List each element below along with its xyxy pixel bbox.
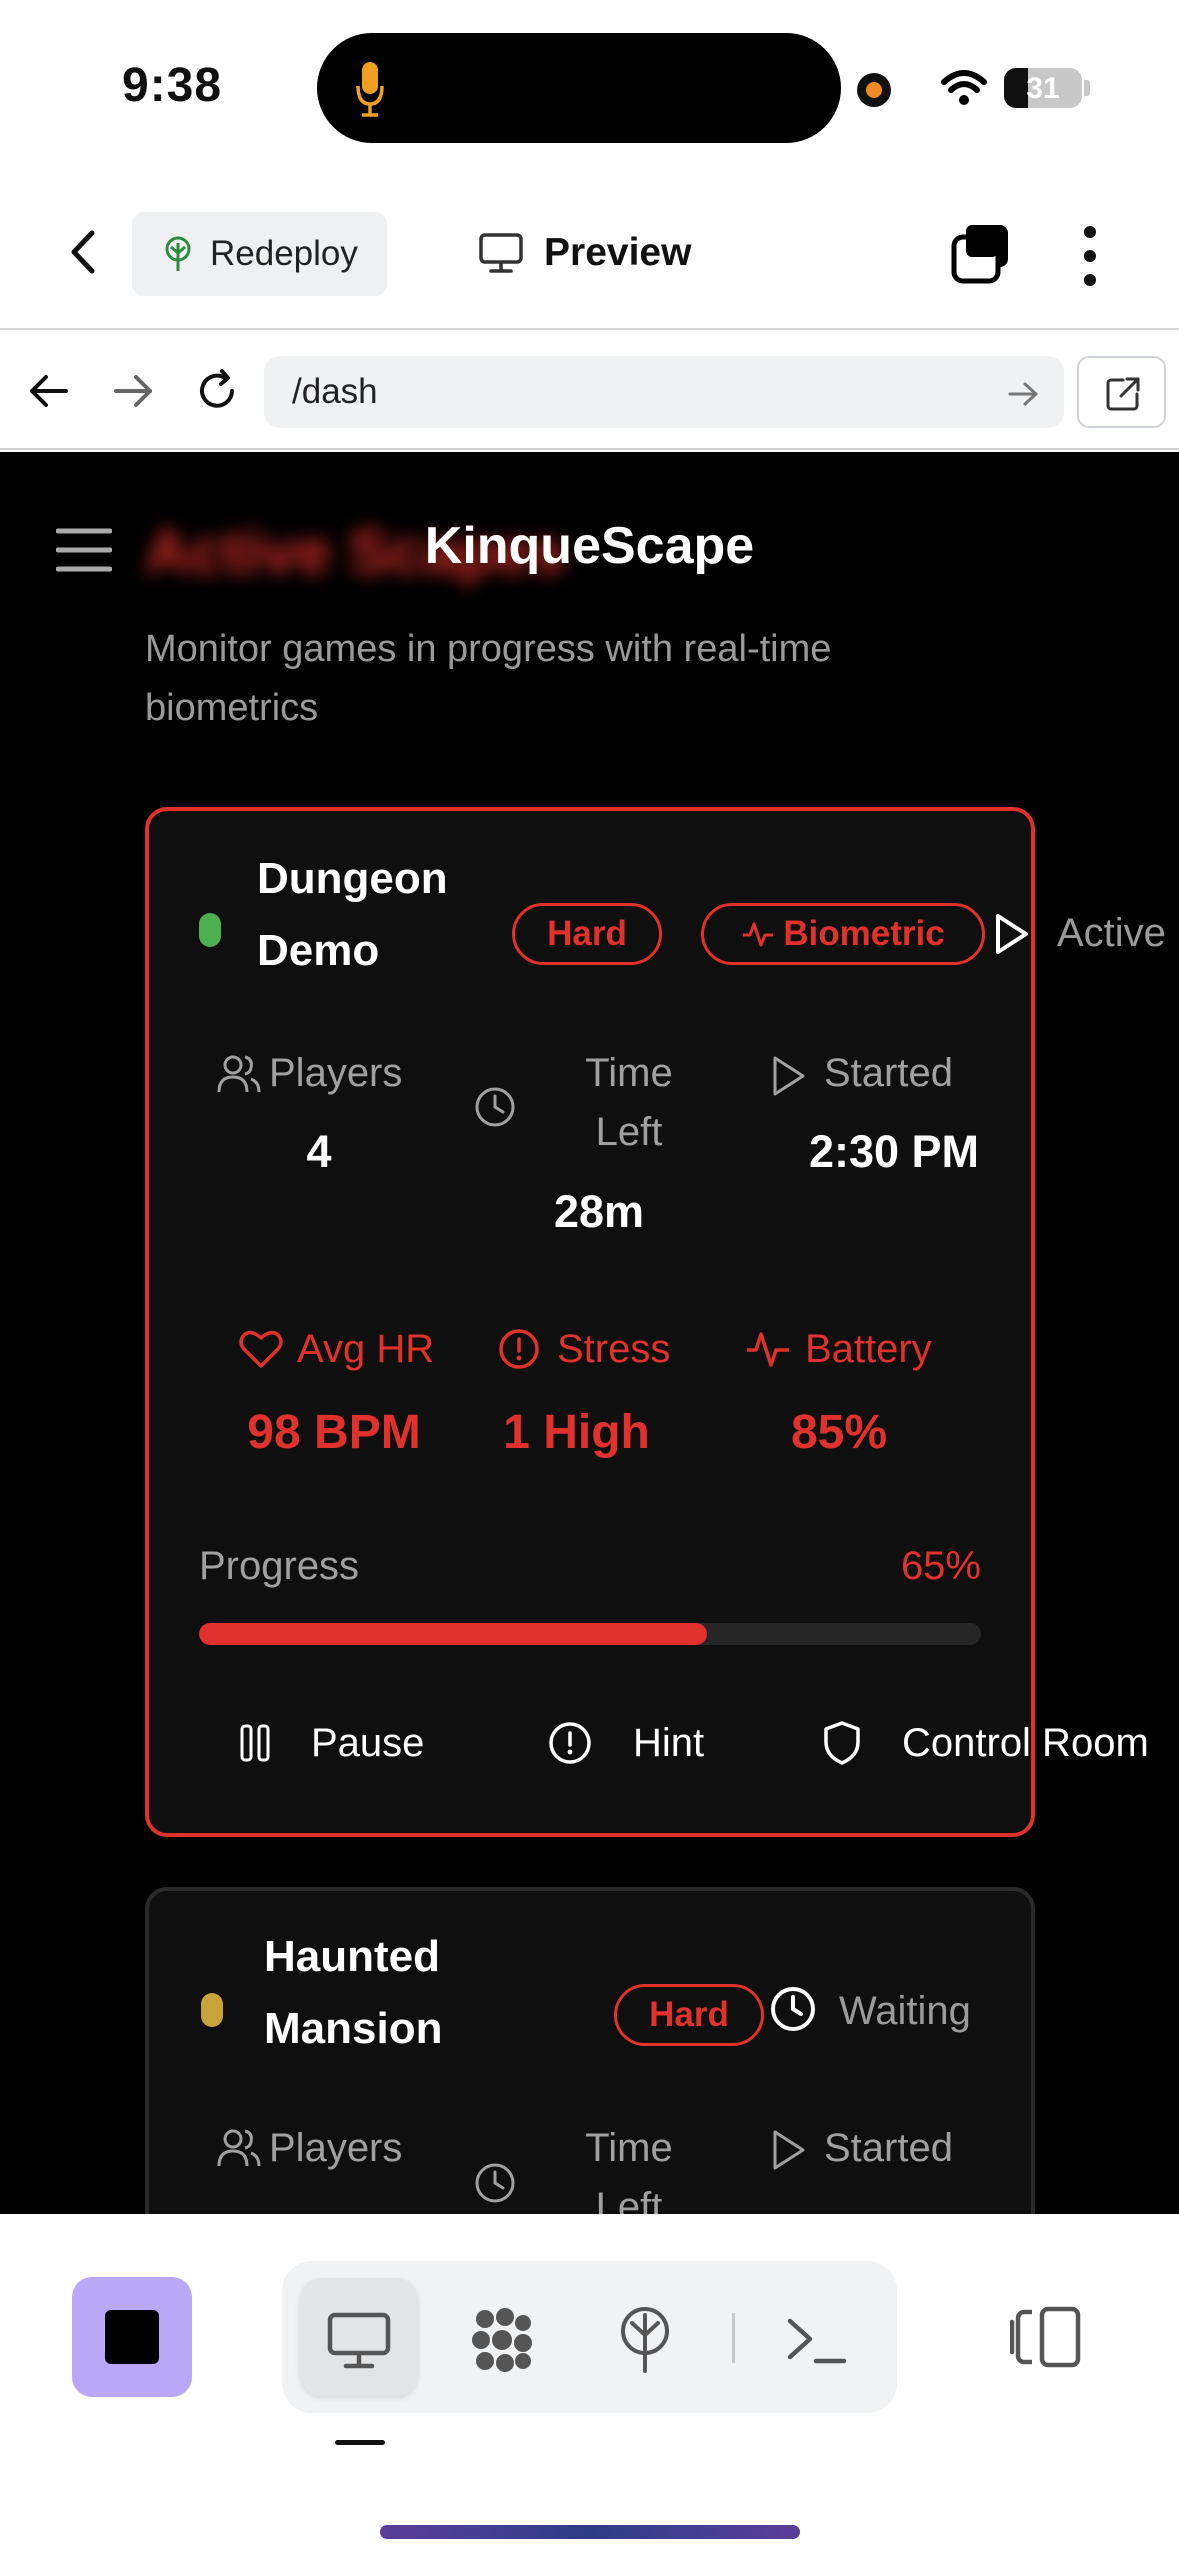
battery-tip — [1084, 80, 1090, 96]
divider — [732, 2313, 735, 2363]
players-value: 4 — [306, 1126, 332, 1177]
game-status: Waiting — [839, 1989, 971, 2033]
stress-label: Stress — [557, 1327, 671, 1371]
monitor-icon[interactable] — [324, 2305, 394, 2375]
more-vertical-icon[interactable] — [1075, 223, 1105, 289]
editor-toolbar: Redeploy Preview — [0, 175, 1179, 330]
redeploy-label: Redeploy — [210, 234, 358, 273]
game-name: Haunted Mansion — [264, 1932, 443, 2053]
play-icon — [773, 1056, 805, 1096]
progress-bar — [199, 1623, 981, 1645]
time-left-label: Time Left — [585, 1051, 673, 1154]
open-external-button[interactable] — [1077, 356, 1166, 428]
heart-icon — [239, 1330, 283, 1368]
biometric-badge: Biometric — [701, 903, 985, 965]
status-time: 9:38 — [122, 59, 223, 112]
redeploy-tree-icon — [165, 236, 191, 271]
monitor-icon — [479, 233, 523, 273]
arrow-left-icon[interactable] — [26, 368, 72, 414]
avg-hr-label: Avg HR — [297, 1327, 435, 1371]
back-chevron-icon[interactable] — [60, 227, 110, 277]
network-icon[interactable] — [467, 2305, 537, 2375]
difficulty-badge: Hard — [512, 903, 662, 965]
active-tab-indicator — [335, 2440, 385, 2445]
biometric-label: Biometric — [783, 914, 945, 953]
battery-value: 85% — [790, 1406, 888, 1459]
alert-circle-icon — [499, 1329, 539, 1369]
url-bar — [0, 332, 1179, 450]
recording-indicator — [857, 73, 891, 107]
hint-button[interactable]: Hint — [547, 1698, 704, 1788]
users-icon — [217, 1055, 261, 1093]
game-name: Dungeon Demo — [257, 854, 448, 975]
control-room-label: Control Room — [902, 1720, 1149, 1765]
play-icon — [996, 914, 1028, 954]
terminal-icon[interactable] — [782, 2305, 852, 2375]
page-subtitle: Monitor games in progress with real-time… — [145, 628, 832, 729]
hint-label: Hint — [633, 1720, 705, 1765]
started-label: Started — [824, 2126, 953, 2170]
progress-percent: 65% — [900, 1544, 981, 1588]
bottom-dock — [0, 2214, 1179, 2556]
arrow-go-icon[interactable] — [1005, 376, 1041, 412]
battery-indicator: 31 — [1004, 68, 1082, 108]
clock-icon — [475, 2163, 515, 2203]
stress-value: 1 High — [503, 1406, 650, 1459]
microphone-icon — [356, 62, 384, 117]
control-room-button[interactable]: Control Room — [822, 1698, 1149, 1788]
split-view-icon[interactable] — [1010, 2306, 1082, 2368]
status-dot — [199, 913, 221, 947]
arrow-right-icon[interactable] — [110, 368, 156, 414]
shield-icon — [824, 1721, 860, 1765]
progress-label: Progress — [199, 1544, 360, 1588]
players-label: Players — [269, 2126, 403, 2170]
activity-icon — [743, 922, 774, 947]
tabs-icon[interactable] — [950, 223, 1012, 285]
view-switcher — [282, 2261, 897, 2413]
status-bar: 9:38 31 — [0, 0, 1179, 175]
status-dot — [201, 1993, 223, 2027]
external-link-icon — [1106, 377, 1140, 411]
pause-label: Pause — [311, 1720, 425, 1765]
stop-button[interactable] — [72, 2277, 192, 2397]
url-input[interactable] — [264, 356, 1064, 428]
play-icon — [773, 2130, 805, 2170]
activity-icon — [747, 1332, 789, 1367]
clock-icon — [475, 1087, 515, 1127]
alert-circle-icon — [549, 1722, 591, 1764]
preview-label: Preview — [544, 231, 692, 274]
game-status: Active — [1057, 911, 1166, 955]
app-preview: Active Scapes KinqueScape Monitor games … — [0, 452, 1179, 2214]
dynamic-island — [317, 33, 841, 143]
reload-icon[interactable] — [194, 368, 240, 414]
preview-tab[interactable]: Preview — [478, 223, 691, 283]
clock-icon — [771, 1987, 815, 2031]
progress-fill — [199, 1623, 708, 1645]
game-card-dungeon-demo[interactable]: Dungeon Demo Hard Biometric Active Playe… — [145, 807, 1166, 1837]
difficulty-badge: Hard — [614, 1984, 764, 2046]
time-left-label: Time Left — [585, 2126, 673, 2214]
home-indicator — [380, 2525, 800, 2539]
antenna-icon[interactable] — [610, 2305, 680, 2375]
app-brand: KinqueScape — [424, 517, 755, 575]
redeploy-button[interactable]: Redeploy — [132, 212, 387, 296]
users-icon — [217, 2129, 261, 2167]
pause-button[interactable]: Pause — [239, 1698, 424, 1788]
started-label: Started — [824, 1051, 953, 1095]
battery-percent: 31 — [1026, 72, 1060, 105]
wifi-icon — [941, 70, 987, 105]
time-left-value: 28m — [553, 1186, 645, 1237]
battery-label: Battery — [805, 1327, 932, 1371]
players-label: Players — [269, 1051, 403, 1095]
avg-hr-value: 98 BPM — [247, 1406, 421, 1459]
pause-icon — [240, 1724, 270, 1762]
started-value: 2:30 PM — [808, 1126, 980, 1177]
game-card-haunted-mansion[interactable]: Haunted Mansion Hard Waiting Players Tim… — [145, 1887, 1035, 2214]
